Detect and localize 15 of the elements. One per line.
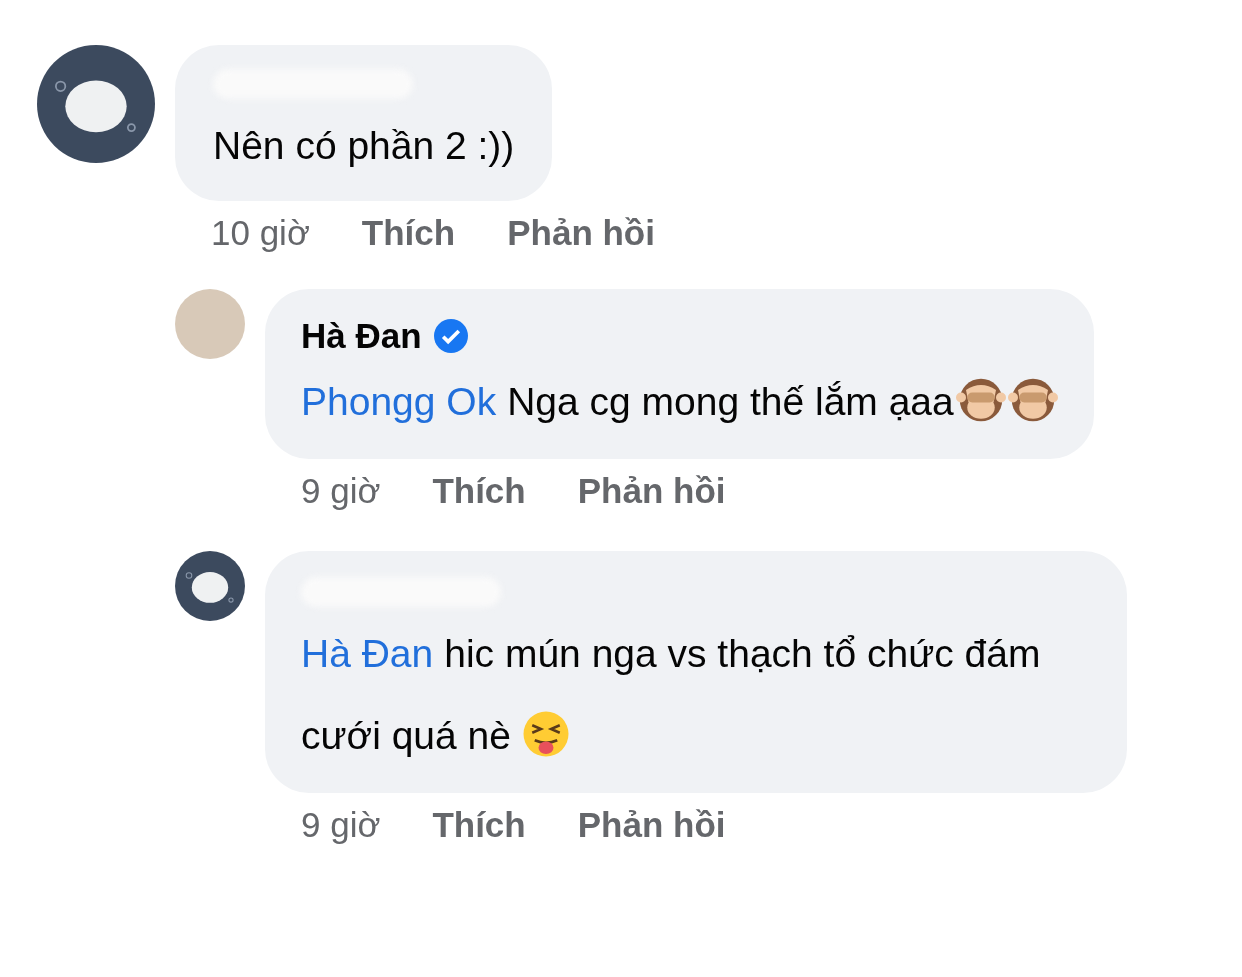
reply-link[interactable]: Phản hồi xyxy=(577,805,726,845)
comment-text: Phongg Ok Nga cg mong thế lắm ạaa xyxy=(301,361,1058,443)
comment-text: Hà Đan hic mún nga vs thạch tổ chức đám cưới quá nè xyxy=(301,631,1042,761)
comment-time: 9 giờ xyxy=(301,805,381,845)
like-link[interactable]: Thích xyxy=(432,471,526,511)
mention-link[interactable]: Hà Đan xyxy=(301,632,434,675)
reply-link[interactable]: Phản hồi xyxy=(577,471,726,511)
like-link[interactable]: Thích xyxy=(432,805,526,845)
reply-link[interactable]: Phản hồi xyxy=(507,213,655,253)
author-name[interactable]: Hà Đan xyxy=(301,316,422,356)
mention-link[interactable]: Phongg Ok xyxy=(301,380,497,423)
like-link[interactable]: Thích xyxy=(361,213,456,253)
comment-text: Nên có phần 2 :)) xyxy=(213,123,515,169)
comment-time: 10 giờ xyxy=(211,213,310,253)
comment-time: 9 giờ xyxy=(301,471,381,511)
